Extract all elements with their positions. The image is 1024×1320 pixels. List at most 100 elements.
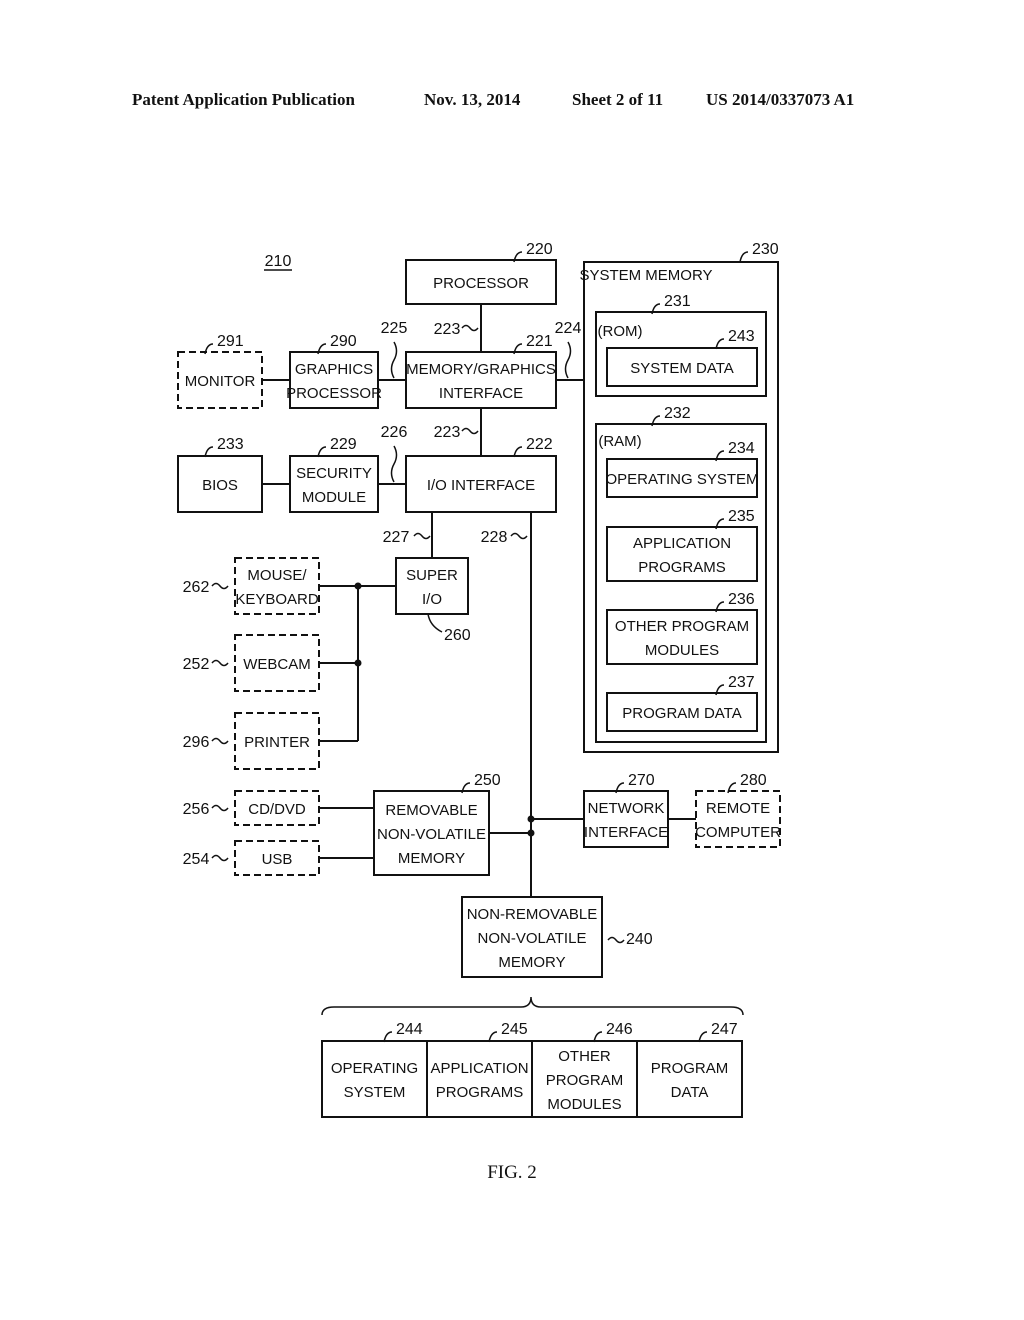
webcam-block-label: WEBCAM <box>243 656 311 673</box>
usb-ref: 254 <box>183 851 210 868</box>
webcam-ref: 252 <box>183 656 210 673</box>
ram-item-235-label: APPLICATION <box>633 535 731 552</box>
storage-item-246-label: MODULES <box>547 1096 621 1113</box>
system-data-block-label: SYSTEM DATA <box>630 360 734 377</box>
bios-ref: 233 <box>217 436 244 453</box>
storage-item-245-ref: 245 <box>501 1021 528 1038</box>
removable-memory-block-label: NON-VOLATILE <box>377 826 486 843</box>
super-io-block-label: SUPER <box>406 567 458 584</box>
network-interface-block-label: INTERFACE <box>584 824 668 841</box>
storage-item-246-label: OTHER <box>558 1048 611 1065</box>
removable-memory-block-label: MEMORY <box>398 850 465 867</box>
system-memory-title: SYSTEM MEMORY <box>579 267 712 284</box>
ram-item-237-ref: 237 <box>728 674 755 691</box>
super-io-block-label: I/O <box>422 591 442 608</box>
io-interface-block-label: I/O INTERFACE <box>427 477 535 494</box>
junction-dot <box>527 829 535 837</box>
remote-computer-block-label: COMPUTER <box>695 824 781 841</box>
bus-225-ref: 225 <box>381 320 408 337</box>
printer-ref: 296 <box>183 734 210 751</box>
storage-item-247 <box>636 1040 743 1118</box>
block-diagram: 210 PROCESSOR 220 223 MEMORY/GRAPHICS INTERFA… <box>177 241 781 1118</box>
storage-item-244 <box>321 1040 428 1118</box>
non-removable-memory-block-label: NON-REMOVABLE <box>467 906 598 923</box>
leader-line <box>211 804 229 812</box>
storage-item-245-label: PROGRAMS <box>436 1084 524 1101</box>
storage-item-246-ref: 246 <box>606 1021 633 1038</box>
system-data-ref: 243 <box>728 328 755 345</box>
figure-label: FIG. 2 <box>487 1162 537 1183</box>
system-memory-ref: 230 <box>752 241 779 258</box>
storage-item-245 <box>426 1040 533 1118</box>
leader-line <box>211 854 229 862</box>
security-module-ref: 229 <box>330 436 357 453</box>
system-ref: 210 <box>265 253 292 270</box>
ram-item-236-label: OTHER PROGRAM <box>615 618 749 635</box>
network-interface-ref: 270 <box>628 772 655 789</box>
rom-label: (ROM) <box>598 323 643 340</box>
junction-dot <box>354 659 362 667</box>
memory-graphics-ref: 221 <box>526 333 553 350</box>
graphics-processor-block-label: GRAPHICS <box>295 361 373 378</box>
remote-computer-block-label: REMOTE <box>706 800 770 817</box>
junction-dot <box>527 815 535 823</box>
ram-ref: 232 <box>664 405 691 422</box>
ram-label: (RAM) <box>598 433 641 450</box>
storage-item-245-label: APPLICATION <box>430 1060 528 1077</box>
mouse-keyboard-block-label: KEYBOARD <box>235 591 319 608</box>
leader-line <box>461 427 479 435</box>
super-io-leader <box>427 613 443 633</box>
mouse-keyboard-block-label: MOUSE/ <box>247 567 307 584</box>
junction-dot <box>354 582 362 590</box>
super-io-ref: 260 <box>444 627 471 644</box>
monitor-block-label: MONITOR <box>185 373 256 390</box>
removable-memory-block-label: REMOVABLE <box>385 802 477 819</box>
remote-computer-ref: 280 <box>740 772 767 789</box>
leader-line <box>390 445 398 483</box>
cd-dvd-block-label: CD/DVD <box>248 801 306 818</box>
storage-item-244-ref: 244 <box>396 1021 423 1038</box>
bios-block-label: BIOS <box>202 477 238 494</box>
memory-graphics-interface-block-label: MEMORY/GRAPHICS <box>406 361 556 378</box>
mouse-keyboard-ref: 262 <box>183 579 210 596</box>
leader-line <box>211 659 229 667</box>
monitor-ref: 291 <box>217 333 244 350</box>
leader-line <box>413 532 431 540</box>
ram-item-234-ref: 234 <box>728 440 755 457</box>
storage-item-244-label: OPERATING <box>331 1060 418 1077</box>
ram-item-234-label: OPERATING SYSTEM <box>605 471 758 488</box>
memory-graphics-interface-block-label: INTERFACE <box>439 385 523 402</box>
storage-item-247-label: PROGRAM <box>651 1060 729 1077</box>
graphics-processor-block-label: PROCESSOR <box>286 385 382 402</box>
non-removable-memory-block-label: MEMORY <box>498 954 565 971</box>
ram-item-235-ref: 235 <box>728 508 755 525</box>
bus-228-ref: 228 <box>481 529 508 546</box>
ram-item-235-label: PROGRAMS <box>638 559 726 576</box>
bus-224-ref: 224 <box>555 320 582 337</box>
leader-line <box>564 341 572 379</box>
removable-memory-ref: 250 <box>474 772 501 789</box>
bus-227-ref: 227 <box>383 529 410 546</box>
cd-dvd-ref: 256 <box>183 801 210 818</box>
network-interface-block-label: NETWORK <box>588 800 665 817</box>
ram-item-236-label: MODULES <box>645 642 719 659</box>
security-module-block-label: MODULE <box>302 489 366 506</box>
leader-line <box>461 324 479 332</box>
processor-block-label: PROCESSOR <box>433 275 529 292</box>
leader-line <box>390 341 398 379</box>
storage-item-246-label: PROGRAM <box>546 1072 624 1089</box>
graphics-processor-ref: 290 <box>330 333 357 350</box>
bus-226-ref: 226 <box>381 424 408 441</box>
usb-block-label: USB <box>262 851 293 868</box>
processor-ref: 220 <box>526 241 553 258</box>
printer-block-label: PRINTER <box>244 734 310 751</box>
security-module-block-label: SECURITY <box>296 465 372 482</box>
bus-223b-ref: 223 <box>434 424 461 441</box>
storage-item-244-label: SYSTEM <box>344 1084 406 1101</box>
system-memory-leader <box>739 251 749 263</box>
leader-line <box>211 737 229 745</box>
storage-item-247-label: DATA <box>671 1084 709 1101</box>
non-removable-memory-ref: 240 <box>626 931 653 948</box>
non-removable-memory-block-label: NON-VOLATILE <box>478 930 587 947</box>
storage-item-247-ref: 247 <box>711 1021 738 1038</box>
